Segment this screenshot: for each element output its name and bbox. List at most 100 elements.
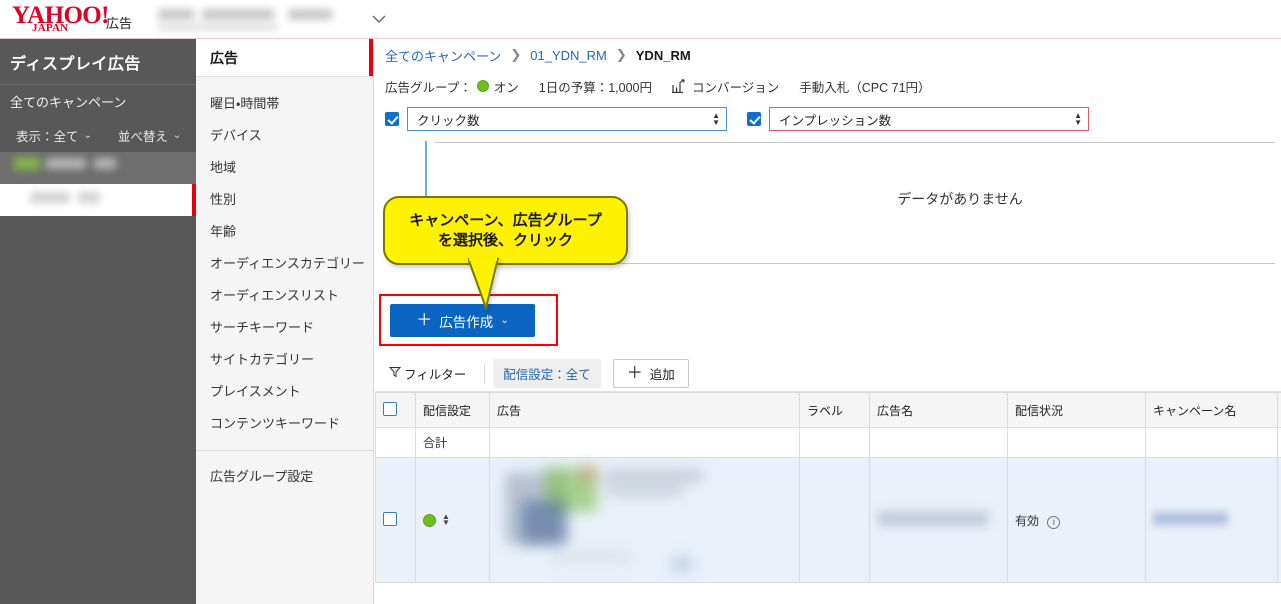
total-row-checkbox-cell [375,427,416,458]
sidebar-title: ディスプレイ広告 [0,39,196,85]
total-row-label: 合計 [415,427,490,458]
subnav-item-audience-list[interactable]: オーディエンスリスト [196,278,373,310]
metric-checkbox-impressions[interactable] [747,112,761,126]
stepper-icon[interactable]: ▲ ▼ [442,513,450,527]
chevron-down-icon: ⌄ [500,315,509,326]
account-masked-2 [202,9,275,20]
status-on-icon [476,80,489,92]
chevron-down-icon: ⌄ [172,129,182,141]
masked-text [877,511,989,526]
top-bar: YAHOO! JAPAN 広告 [0,0,1281,39]
subnav-item-adgroup-settings[interactable]: 広告グループ設定 [196,459,373,491]
subnav-item-search-keyword[interactable]: サーチキーワード [196,310,373,342]
sidebar-item-all-campaigns[interactable]: 全てのキャンペーン [0,85,196,118]
masked-text [549,552,631,562]
add-filter-button[interactable]: ＋ 追加 [612,359,689,388]
create-ad-button-label: 広告作成 [439,314,494,330]
row-delivery-status-text: 有効 [1015,513,1040,528]
subnav-item-content-keyword[interactable]: コンテンツキーワード [196,406,373,438]
masked-image [579,466,597,482]
app-root: YAHOO! JAPAN 広告 ディスプレイ広告 全てのキャンペーン 表示：全て… [0,0,1281,604]
subnav-item-region[interactable]: 地域 [196,150,373,182]
table-total-row: 合計 [375,427,1281,458]
adgroup-label: 広告グループ： [385,80,472,95]
stepper-icon[interactable]: ▲ ▼ [712,112,720,127]
row-label-cell [799,457,870,583]
masked-text [94,158,116,169]
subnav-item-device[interactable]: デバイス [196,118,373,150]
stepper-icon[interactable]: ▲ ▼ [1074,112,1082,127]
subnav-item-placement[interactable]: プレイスメント [196,374,373,406]
subnav-item-audience-category[interactable]: オーディエンスカテゴリー [196,246,373,278]
metric-select-impressions-value: インプレッション数 [779,113,892,128]
delivery-status-toggle[interactable]: ▲ ▼ [423,513,482,527]
row-select-checkbox[interactable] [383,511,397,526]
subnav-item-schedule[interactable]: 曜日・時間帯 [196,86,373,118]
left-sidebar: ディスプレイ広告 全てのキャンペーン 表示：全て ⌄ 並べ替え ⌄ [0,39,196,604]
masked-text [14,157,40,170]
info-icon[interactable]: i [1047,515,1061,529]
add-filter-label: 追加 [649,368,675,382]
total-row-status-cell [1007,427,1146,458]
secondary-nav: 広告 曜日・時間帯 デバイス 地域 性別 年齢 オーディエンスカテゴリー オーデ… [196,39,374,604]
breadcrumb-separator-icon: ❯ [510,47,522,62]
adgroup-meta-bar: 広告グループ： オン 1日の予算：1,000円 コンバージョン 手動入札（CPC… [375,71,1281,101]
total-row-label-cell [799,427,870,458]
adgroup-status: 広告グループ： オン [385,77,519,96]
total-row-ad-name-cell [869,427,1008,458]
metric-select-clicks[interactable]: クリック数 ▲ ▼ [407,107,727,131]
adgroup-status-text: オン [493,80,519,95]
masked-text [605,486,683,496]
chevron-down-icon[interactable] [370,10,388,28]
sidebar-campaign-item[interactable] [0,152,196,184]
table-header-ad-name[interactable]: 広告名 [869,392,1008,428]
row-delivery-setting-cell: ▲ ▼ [415,457,490,583]
subnav-settings-list: 広告グループ設定 [196,459,373,491]
sidebar-campaign-item-selected[interactable] [0,184,196,216]
account-masked-4 [158,23,279,31]
product-name: 広告 [106,15,133,31]
ad-creative-preview[interactable] [497,464,792,576]
table-header-ad[interactable]: 広告 [489,392,800,428]
table-header-row: 配信設定 広告 ラベル 広告名 配信状況 キャンペーン名 [375,392,1281,428]
daily-budget: 1日の予算：1,000円 [538,80,653,95]
table-row[interactable]: ▲ ▼ 有効 i [375,457,1281,583]
account-masked-1 [158,9,195,20]
masked-text [1153,512,1228,525]
breadcrumb-item-all-campaigns[interactable]: 全てのキャンペーン [385,46,501,65]
plus-icon: ＋ [416,311,433,329]
callout-line-2: を選択後、クリック [437,231,573,249]
callout-line-1: キャンペーン、広告グループ [409,212,602,230]
metric-checkbox-clicks[interactable] [385,112,399,126]
subnav-item-gender[interactable]: 性別 [196,182,373,214]
sidebar-sort-filter-label: 並べ替え [117,129,168,144]
subnav-item-age[interactable]: 年齢 [196,214,373,246]
filter-funnel-icon [388,366,402,381]
total-row-overflow-cell [1277,427,1281,458]
conversion-label: コンバージョン [692,80,780,95]
account-selector[interactable] [154,6,348,32]
breadcrumb-item-campaign[interactable]: 01_YDN_RM [530,48,607,63]
sidebar-sort-filter[interactable]: 並べ替え ⌄ [118,126,181,145]
conversion-link[interactable]: コンバージョン [672,77,779,96]
subnav-item-ads[interactable]: 広告 [196,39,373,77]
filter-button[interactable]: フィルター [387,360,476,387]
breadcrumb-separator-icon: ❯ [615,47,627,62]
logo-japan-text: JAPAN [32,22,69,34]
table-header-delivery-status[interactable]: 配信状況 [1007,392,1146,428]
delivery-filter-chip[interactable]: 配信設定：全て [493,359,601,388]
metric-select-impressions[interactable]: インプレッション数 ▲ ▼ [769,107,1089,131]
row-campaign-name-cell [1145,457,1278,583]
yahoo-japan-logo[interactable]: YAHOO! JAPAN [12,3,109,34]
table-header-campaign-name[interactable]: キャンペーン名 [1145,392,1278,428]
sidebar-display-filter[interactable]: 表示：全て ⌄ [16,126,92,145]
table-header-overflow [1277,392,1281,428]
subnav-item-site-category[interactable]: サイトカテゴリー [196,342,373,374]
table-header-delivery-setting[interactable]: 配信設定 [415,392,490,428]
select-all-checkbox[interactable] [383,401,397,416]
metric-select-row: クリック数 ▲ ▼ インプレッション数 ▲ ▼ [375,101,1281,137]
total-row-ad-cell [489,427,800,458]
table-header-label[interactable]: ラベル [799,392,870,428]
row-creative-cell [489,457,800,583]
masked-text [30,192,70,203]
